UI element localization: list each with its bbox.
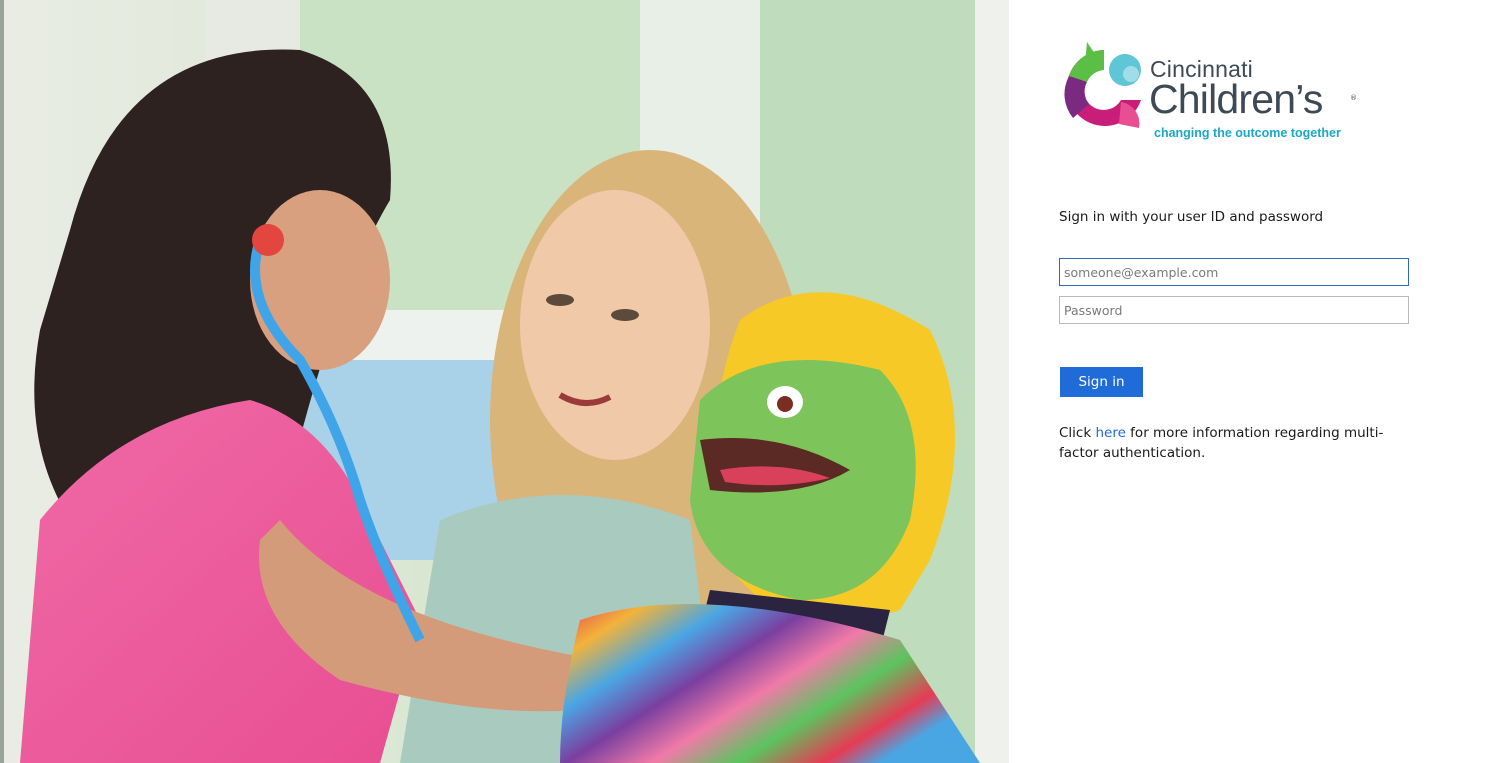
mfa-info-prefix: Click xyxy=(1059,425,1096,441)
mfa-info-link[interactable]: here xyxy=(1095,425,1125,441)
brand-tagline: changing the outcome together xyxy=(1154,126,1341,140)
registered-mark: ® xyxy=(1350,94,1357,102)
brand-logo: Cincinnati Children’s ® changing the out… xyxy=(1059,38,1369,142)
mfa-info: Click here for more information regardin… xyxy=(1059,423,1419,463)
hero-illustration xyxy=(0,0,1009,763)
sign-in-button[interactable]: Sign in xyxy=(1060,367,1143,397)
password-field[interactable] xyxy=(1059,296,1409,324)
signin-intro: Sign in with your user ID and password xyxy=(1059,209,1324,225)
brand-mark-icon xyxy=(1064,42,1141,128)
photo-child-doctor-puppet-icon xyxy=(0,0,1009,763)
signin-panel: Cincinnati Children’s ® changing the out… xyxy=(1009,0,1507,763)
email-field[interactable] xyxy=(1059,258,1409,286)
brand-name-line2: Children’s xyxy=(1149,76,1323,122)
